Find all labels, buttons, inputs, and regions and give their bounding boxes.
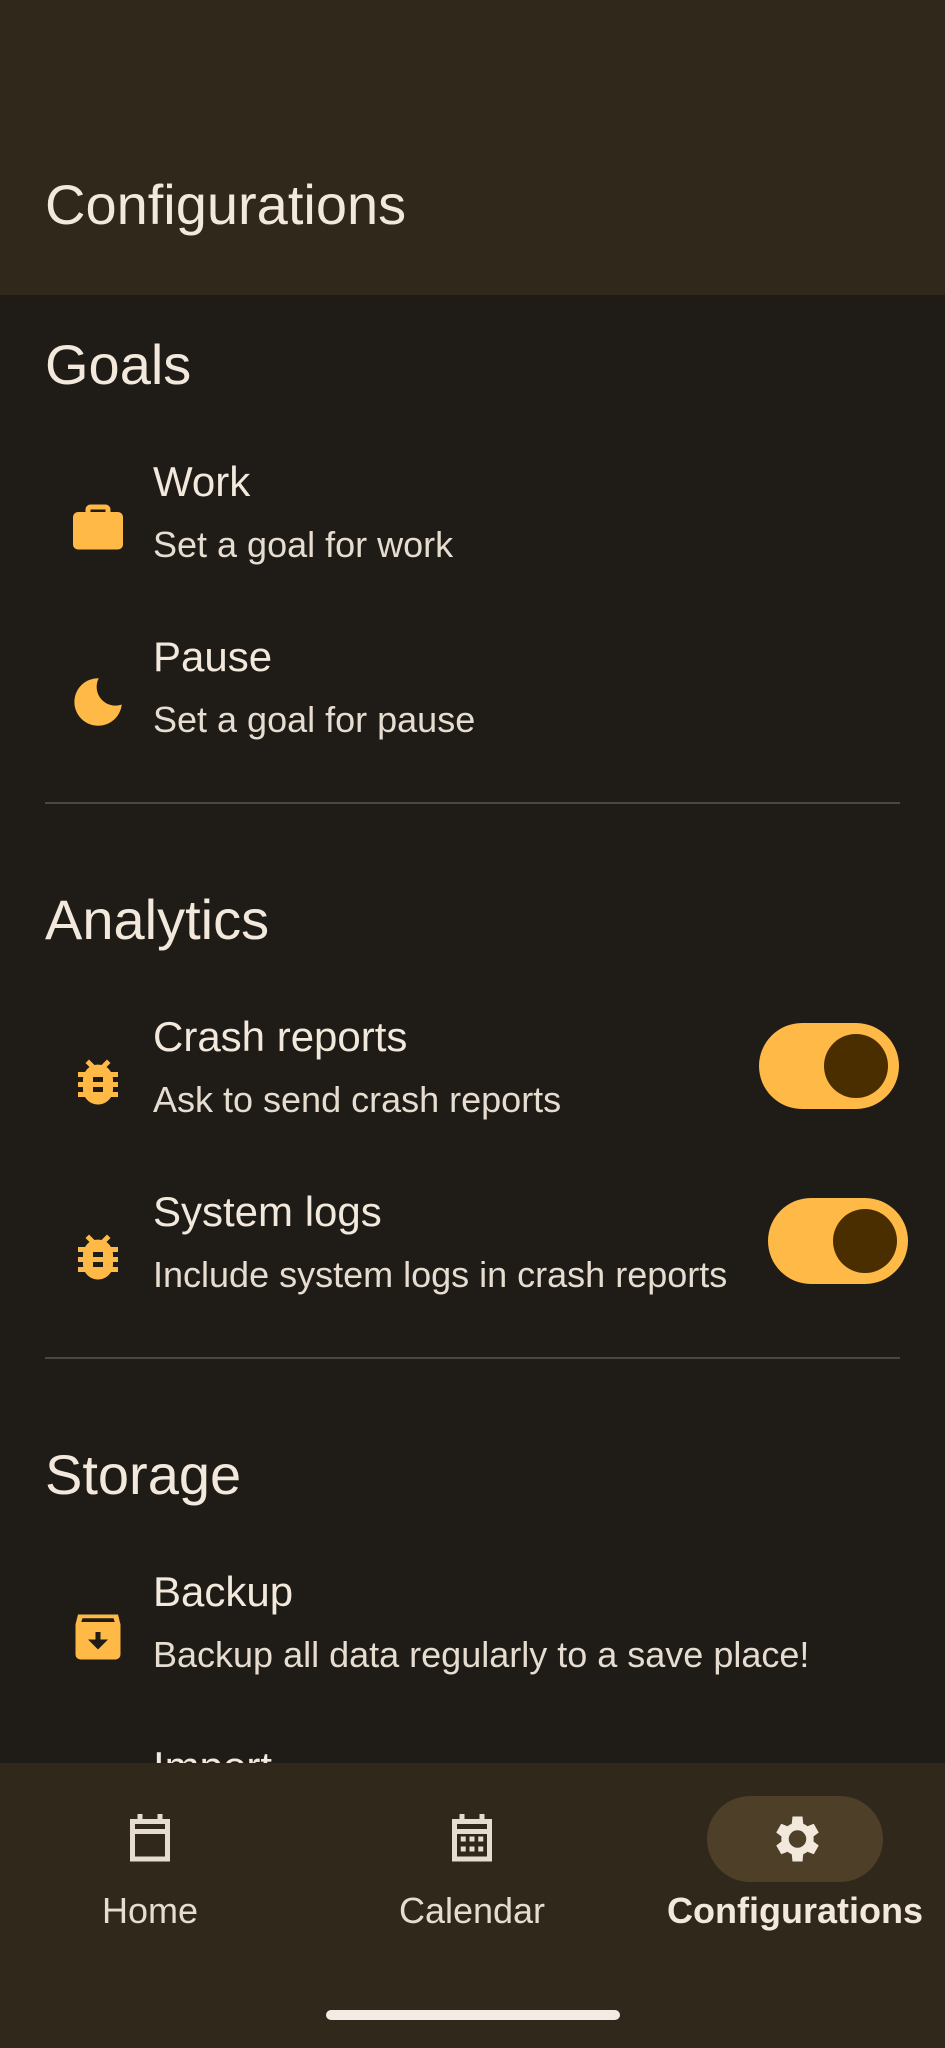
top-app-bar: Configurations [0, 0, 945, 295]
nav-label: Calendar [398, 1890, 546, 1931]
bug-icon [78, 1234, 118, 1280]
settings-item-backup[interactable]: Backup Backup all data regularly to a sa… [0, 1565, 945, 1705]
settings-item-title: Crash reports [153, 1013, 408, 1060]
settings-item-title: Import [153, 1740, 272, 1763]
nav-icon-container [707, 1796, 883, 1882]
toggle-thumb [833, 1209, 897, 1273]
section-title-analytics: Analytics [45, 888, 270, 951]
moon-icon [74, 678, 122, 726]
settings-item-crash-reports[interactable]: Crash reports Ask to send crash reports [0, 1010, 945, 1150]
nav-item-configurations[interactable]: Configurations [645, 1763, 945, 2003]
system-logs-toggle[interactable] [768, 1198, 908, 1284]
settings-item-title: Backup [153, 1568, 294, 1615]
nav-icon-container [62, 1796, 238, 1882]
bug-icon [78, 1059, 118, 1105]
settings-item-title: Pause [153, 633, 273, 680]
calendar-grid-icon [452, 1814, 492, 1862]
crash-reports-toggle[interactable] [759, 1023, 899, 1109]
section-title-goals: Goals [45, 333, 192, 396]
settings-item-subtitle: Set a goal for work [153, 524, 454, 565]
page-title: Configurations [45, 173, 407, 236]
nav-item-home[interactable]: Home [0, 1763, 300, 2003]
nav-icon-container [384, 1796, 560, 1882]
section-title-storage: Storage [45, 1443, 242, 1506]
settings-item-import[interactable]: Import [0, 1740, 945, 1763]
settings-item-title: Work [153, 458, 251, 505]
archive-download-icon [75, 1614, 121, 1660]
settings-item-title: System logs [153, 1188, 382, 1235]
briefcase-icon [73, 504, 123, 550]
settings-item-work[interactable]: Work Set a goal for work [0, 455, 945, 595]
settings-item-system-logs[interactable]: System logs Include system logs in crash… [0, 1185, 945, 1325]
settings-item-subtitle: Ask to send crash reports [153, 1079, 562, 1120]
nav-item-calendar[interactable]: Calendar [322, 1763, 622, 2003]
settings-item-subtitle: Backup all data regularly to a save plac… [153, 1634, 810, 1675]
bottom-navigation: Home Calendar Configurations [0, 1763, 945, 2048]
calendar-blank-icon [130, 1814, 170, 1862]
settings-item-subtitle: Set a goal for pause [153, 699, 476, 740]
toggle-thumb [824, 1034, 888, 1098]
nav-label: Configurations [667, 1890, 923, 1931]
settings-item-subtitle: Include system logs in crash reports [153, 1254, 728, 1295]
nav-label: Home [101, 1890, 199, 1931]
home-indicator[interactable] [326, 2010, 620, 2020]
settings-list[interactable]: Goals Work Set a goal for work Pause Set… [0, 295, 945, 1763]
gear-icon [776, 1816, 819, 1862]
section-divider [45, 1357, 900, 1359]
section-divider [45, 802, 900, 804]
settings-item-pause[interactable]: Pause Set a goal for pause [0, 630, 945, 770]
